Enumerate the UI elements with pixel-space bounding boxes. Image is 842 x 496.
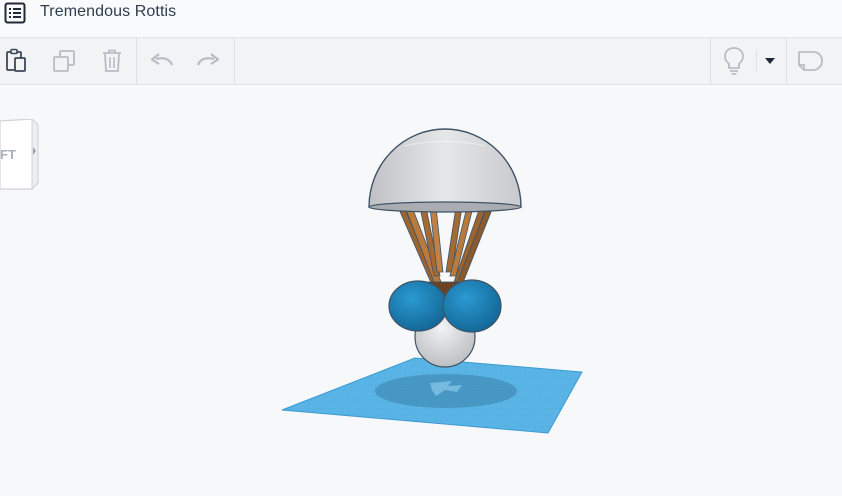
shadow <box>375 374 517 408</box>
blue-sphere-right[interactable] <box>442 279 502 333</box>
workplane[interactable] <box>281 357 583 434</box>
blue-sphere-left[interactable] <box>388 280 448 332</box>
rods[interactable] <box>397 206 494 286</box>
dome[interactable] <box>368 128 522 213</box>
3d-scene[interactable] <box>0 0 842 496</box>
